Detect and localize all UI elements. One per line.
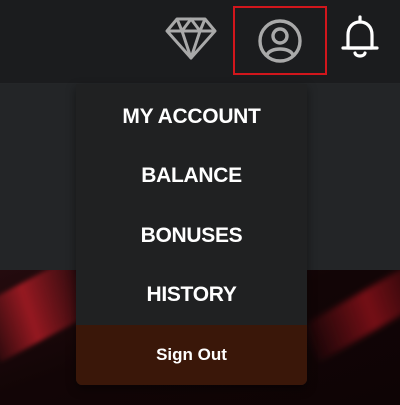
account-dropdown-menu: MY ACCOUNT BALANCE BONUSES HISTORY Sign … <box>76 84 307 385</box>
top-bar <box>0 0 400 84</box>
account-button[interactable] <box>233 6 327 75</box>
menu-item-bonuses[interactable]: BONUSES <box>76 216 307 256</box>
hero-decoration <box>299 270 400 363</box>
diamond-icon[interactable] <box>165 16 217 60</box>
sign-out-button[interactable]: Sign Out <box>76 325 307 385</box>
menu-item-history[interactable]: HISTORY <box>76 275 307 315</box>
bell-icon[interactable] <box>340 14 380 60</box>
menu-item-balance[interactable]: BALANCE <box>76 156 307 196</box>
user-icon <box>258 19 302 63</box>
menu-item-my-account[interactable]: MY ACCOUNT <box>76 97 307 137</box>
